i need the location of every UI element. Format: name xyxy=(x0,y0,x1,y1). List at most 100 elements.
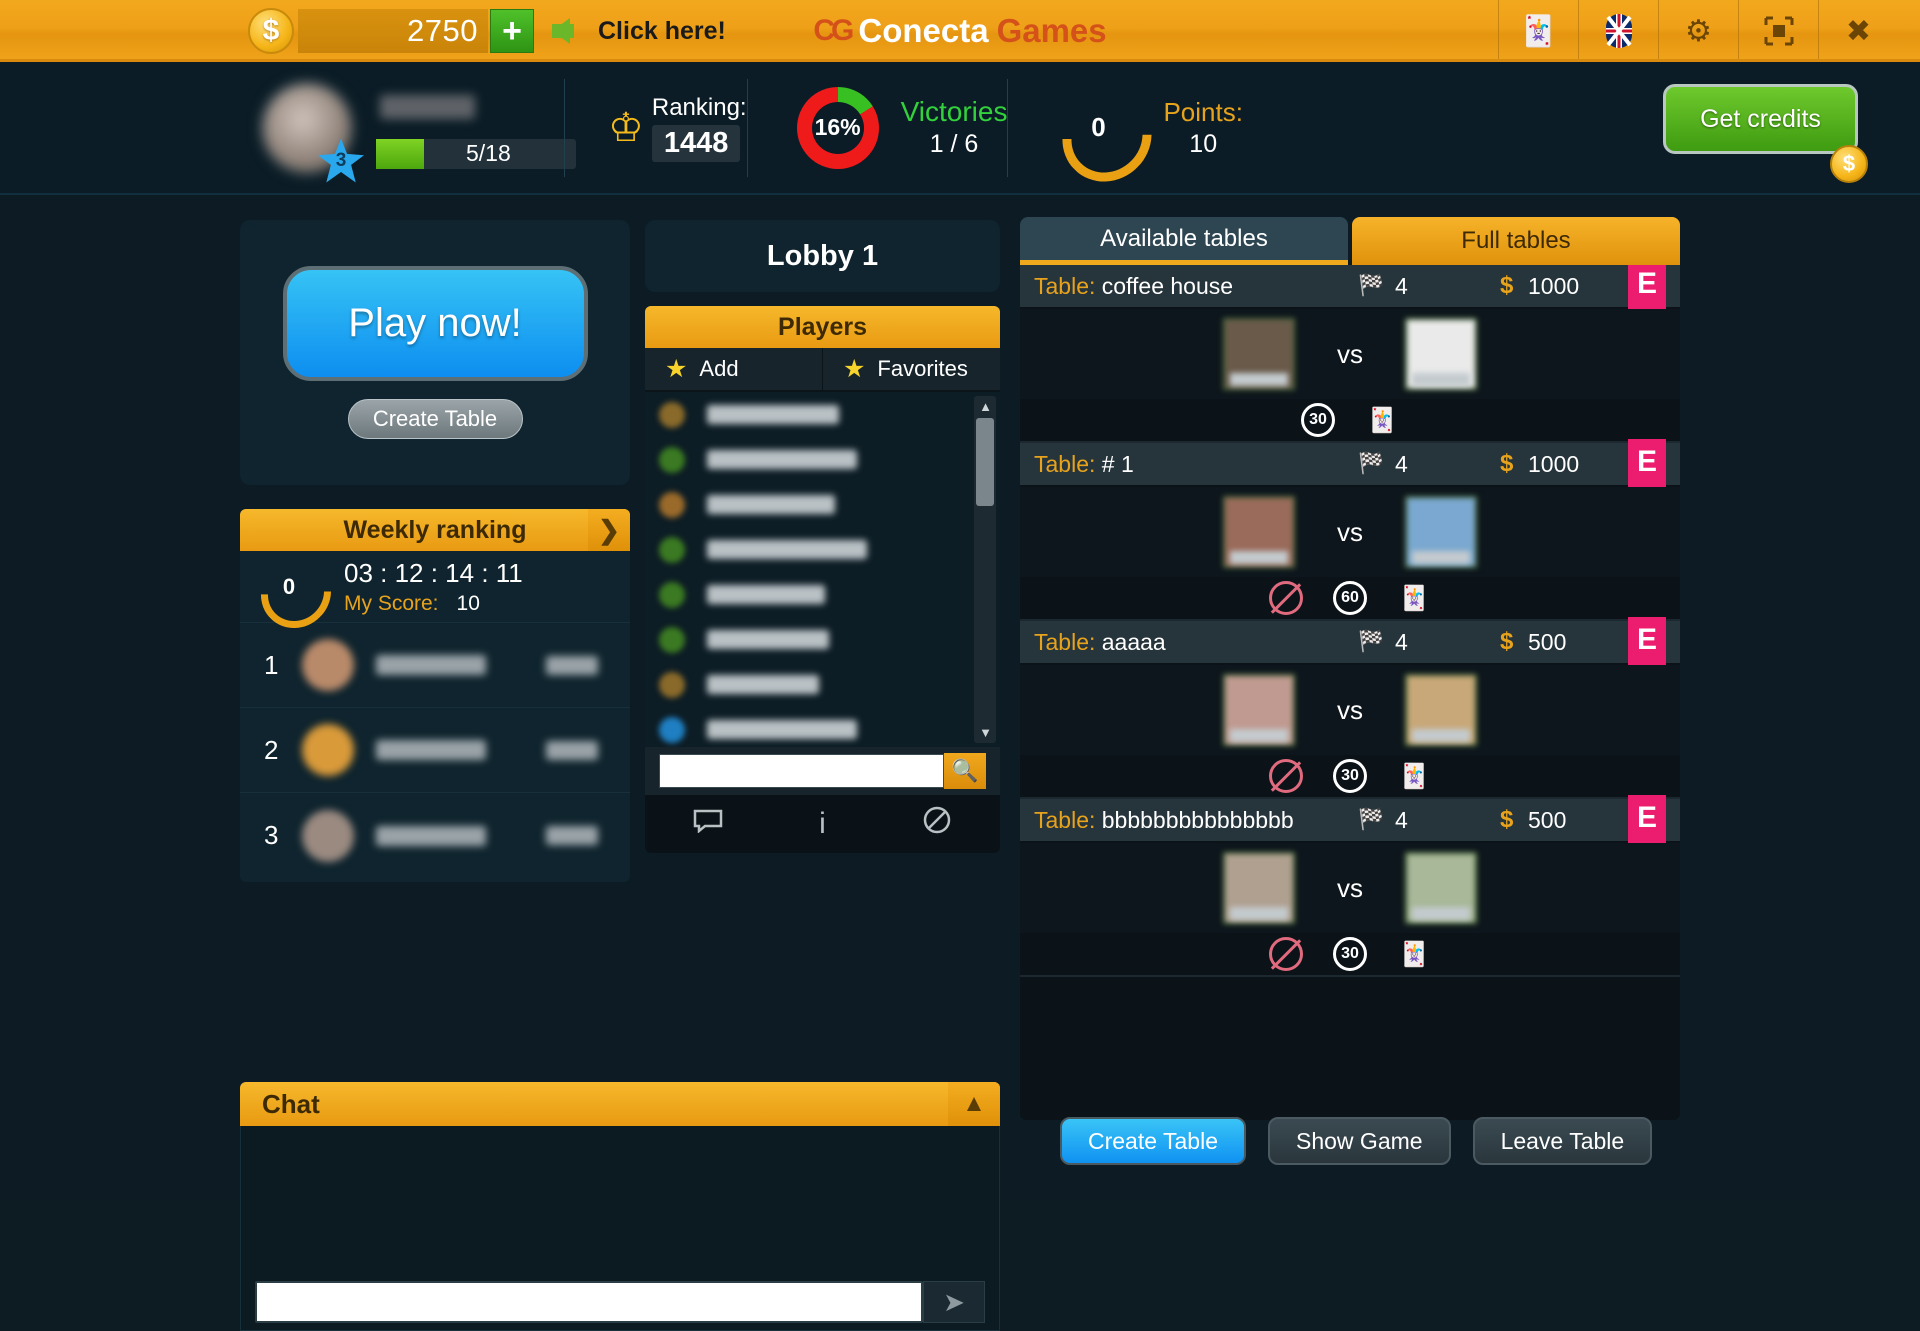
chat-input-row: ➤ xyxy=(255,1281,985,1323)
table-prefix: Table: xyxy=(1034,272,1096,299)
status-dot xyxy=(659,446,685,473)
info-icon[interactable]: i xyxy=(819,807,826,841)
scrollbar-thumb[interactable] xyxy=(976,418,994,506)
vs-label: vs xyxy=(1337,338,1363,369)
status-dot xyxy=(659,536,685,563)
get-credits-button[interactable]: Get credits xyxy=(1663,84,1858,154)
list-item[interactable]: 2 xyxy=(240,708,630,793)
table-header: Table: # 1 🏁 4 $ 1000 E xyxy=(1020,439,1680,501)
scroll-up-icon[interactable]: ▲ xyxy=(977,398,994,415)
rank-position: 2 xyxy=(264,734,279,765)
dollar-icon: $ xyxy=(1500,450,1514,477)
cards-icon[interactable]: 🃏 xyxy=(1498,0,1578,62)
tables-list: Table: coffee house 🏁 4 $ 1000 E vs 30 🃏 xyxy=(1020,265,1680,1120)
table-players: vs xyxy=(1020,487,1680,577)
xp-bar: 5/18 xyxy=(376,138,576,169)
table-stake: 1000 xyxy=(1528,272,1580,299)
xp-text: 5/18 xyxy=(466,140,511,166)
rank-avatar xyxy=(302,639,354,691)
close-icon[interactable]: ✖ xyxy=(1818,0,1898,62)
list-item[interactable] xyxy=(645,482,1000,527)
chevron-up-icon[interactable]: ▲ xyxy=(948,1082,1000,1126)
avatar[interactable]: 3 5/18 xyxy=(260,80,576,183)
dollar-coin-icon: $ xyxy=(248,8,294,54)
table-row[interactable]: Table: bbbbbbbbbbbbbbb 🏁 4 $ 500 E vs 30… xyxy=(1020,795,1680,977)
cg-logo-icon: CG xyxy=(813,14,854,47)
arrow-left-icon xyxy=(552,18,574,44)
no-chat-icon xyxy=(1269,759,1303,793)
list-item[interactable] xyxy=(645,662,1000,707)
list-item[interactable] xyxy=(645,527,1000,572)
create-table-button-left[interactable]: Create Table xyxy=(347,399,523,439)
flag-uk-icon[interactable] xyxy=(1578,0,1658,62)
send-icon[interactable]: ➤ xyxy=(923,1281,985,1323)
no-chat-icon xyxy=(1269,581,1303,615)
profile-segment[interactable]: 3 5/18 xyxy=(0,73,576,183)
ranking-value: 1448 xyxy=(651,124,741,162)
add-player-tab[interactable]: ★ Add xyxy=(645,348,822,390)
player-name xyxy=(707,720,857,739)
search-input[interactable] xyxy=(659,754,944,788)
table-stake: 500 xyxy=(1528,628,1567,655)
players-list[interactable]: ▲ ▼ xyxy=(645,392,1000,747)
table-row[interactable]: Table: coffee house 🏁 4 $ 1000 E vs 30 🃏 xyxy=(1020,265,1680,443)
player-name xyxy=(707,675,819,694)
list-item[interactable] xyxy=(645,437,1000,482)
race-flag-icon: 🏁 xyxy=(1358,452,1385,475)
rank-score xyxy=(546,826,598,845)
dollar-icon: $ xyxy=(1500,272,1514,299)
tab-available-tables[interactable]: Available tables xyxy=(1020,217,1348,265)
chat-bubble-icon[interactable] xyxy=(693,807,723,841)
victories-donut-chart: 16% xyxy=(796,86,879,169)
tab-full-tables[interactable]: Full tables xyxy=(1352,217,1680,265)
timer-30-icon: 30 xyxy=(1333,937,1367,971)
click-here-label: Click here! xyxy=(598,16,726,45)
players-header: Players xyxy=(645,306,1000,348)
players-tabs: ★ Add ★ Favorites xyxy=(645,348,1000,392)
table-players: vs xyxy=(1020,843,1680,933)
weekly-ranking-header: Weekly ranking ❯ xyxy=(240,509,630,551)
list-item[interactable]: 1 xyxy=(240,623,630,708)
rank-position: 3 xyxy=(264,820,279,850)
main-content: Play now! Create Table Weekly ranking ❯ … xyxy=(0,197,1920,1331)
list-item[interactable] xyxy=(645,617,1000,662)
favorites-tab[interactable]: ★ Favorites xyxy=(822,348,1000,390)
chevron-right-icon[interactable]: ❯ xyxy=(588,509,630,551)
victories-label: Victories xyxy=(900,96,1008,127)
lobby-title: Lobby 1 xyxy=(645,220,1000,292)
rank-position: 1 xyxy=(264,649,279,680)
search-icon[interactable]: 🔍 xyxy=(944,753,986,789)
players-scrollbar[interactable]: ▲ ▼ xyxy=(974,396,996,743)
credit-balance: 2750 xyxy=(298,9,488,53)
table-row[interactable]: Table: # 1 🏁 4 $ 1000 E vs 60 🃏 xyxy=(1020,439,1680,621)
rank-name xyxy=(376,825,486,846)
play-now-button[interactable]: Play now! xyxy=(282,266,588,381)
create-table-button[interactable]: Create Table xyxy=(1060,1117,1246,1165)
weekly-timer: 03 : 12 : 14 : 11 xyxy=(344,557,523,588)
chat-input[interactable] xyxy=(255,1281,923,1323)
weekly-ranking-panel: Weekly ranking ❯ 0 03 : 12 : 14 : 11 My … xyxy=(240,509,630,882)
list-item[interactable] xyxy=(645,572,1000,617)
add-credits-button[interactable]: + xyxy=(490,9,534,53)
block-icon[interactable] xyxy=(922,805,952,843)
victories-value: 1 / 6 xyxy=(929,130,979,158)
player-search-row: 🔍 xyxy=(645,747,1000,795)
table-stake: 500 xyxy=(1528,806,1567,833)
list-item[interactable]: 3 xyxy=(240,793,630,878)
table-header: Table: aaaaa 🏁 4 $ 500 E xyxy=(1020,617,1680,679)
ranking-segment: ♔ Ranking: 1448 xyxy=(564,73,747,183)
settings-gear-icon[interactable]: ⚙ xyxy=(1658,0,1738,62)
leave-table-button[interactable]: Leave Table xyxy=(1472,1117,1653,1165)
get-credits-coin-icon: $ xyxy=(1830,145,1868,183)
player-name xyxy=(707,630,829,649)
table-row[interactable]: Table: aaaaa 🏁 4 $ 500 E vs 30 🃏 xyxy=(1020,617,1680,799)
list-item[interactable] xyxy=(645,392,1000,437)
fullscreen-icon[interactable] xyxy=(1738,0,1818,62)
show-game-button[interactable]: Show Game xyxy=(1268,1117,1451,1165)
table-prefix: Table: xyxy=(1034,450,1096,477)
list-item[interactable] xyxy=(645,707,1000,747)
scroll-down-icon[interactable]: ▼ xyxy=(977,724,994,741)
rank-score xyxy=(546,740,598,760)
dollar-icon: $ xyxy=(1500,806,1514,833)
joker-icon: 🃏 xyxy=(1399,940,1429,968)
